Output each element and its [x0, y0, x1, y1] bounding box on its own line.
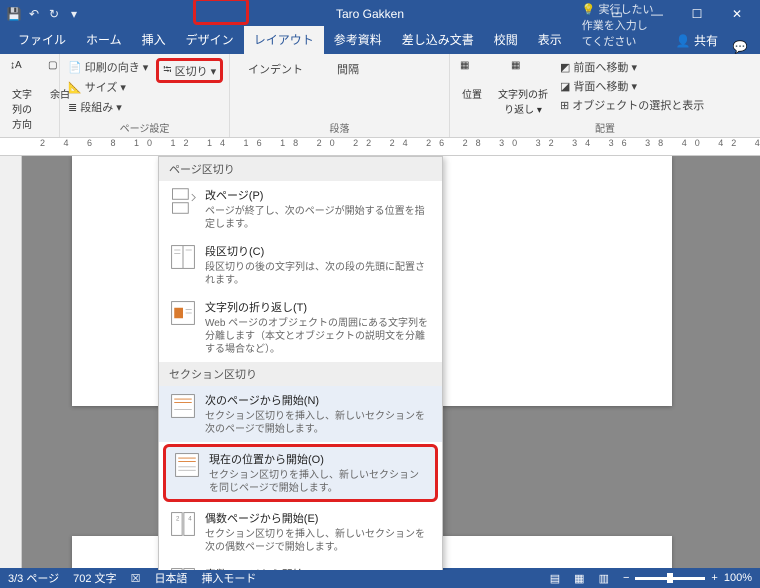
ribbon: ↨A文字列の 方向 ▢余白 📄 印刷の向き ▾ 📐 サイズ ▾ ≣ 段組み ▾ … [0, 54, 760, 138]
indent-label: インデント [246, 60, 305, 78]
tab-references[interactable]: 参考資料 [324, 26, 392, 54]
zoom-out-icon[interactable]: − [623, 572, 629, 584]
tell-me-box[interactable]: 💡 実行したい作業を入力してください [572, 0, 666, 54]
save-icon[interactable]: 💾 [6, 7, 22, 21]
text-wrap-break-icon [169, 299, 197, 327]
spacing-label: 間隔 [335, 60, 361, 78]
break-text-wrap[interactable]: 文字列の折り返し(T)Web ページのオブジェクトの周囲にある文字列を分離します… [159, 293, 442, 362]
break-column[interactable]: 段区切り(C)段区切りの後の文字列は、次の段の先頭に配置されます。 [159, 237, 442, 293]
group-label-page-setup: ページ設定 [66, 118, 223, 135]
wrap-text-button[interactable]: ▦文字列の折 り返し ▾ [494, 58, 552, 118]
dropdown-header-page-breaks: ページ区切り [159, 157, 442, 181]
section-break-odd-page[interactable]: 13 奇数ページから開始(D)セクション区切りを挿入し、新しいセクションを次の奇… [159, 560, 442, 570]
position-button[interactable]: ▦位置 [456, 58, 488, 118]
group-label-arrange: 配置 [456, 118, 754, 135]
orientation-button[interactable]: 📄 印刷の向き ▾ [66, 58, 150, 76]
page-break-icon [169, 187, 197, 215]
selection-pane-button[interactable]: ⊞ オブジェクトの選択と表示 [558, 96, 706, 114]
redo-icon[interactable]: ↻ [46, 7, 62, 21]
section-break-next-page[interactable]: 次のページから開始(N)セクション区切りを挿入し、新しいセクションを次のページで… [159, 386, 442, 442]
tab-insert[interactable]: 挿入 [132, 26, 176, 54]
section-next-page-icon [169, 392, 197, 420]
section-break-continuous[interactable]: 現在の位置から開始(O)セクション区切りを挿入し、新しいセクションを同じページで… [163, 444, 438, 502]
group-label-paragraph: 段落 [236, 118, 443, 135]
tab-design[interactable]: デザイン [176, 26, 244, 54]
view-web-layout-icon[interactable]: ▥ [599, 572, 609, 585]
status-bar: 3/3 ページ 702 文字 ☒ 日本語 挿入モード ▤ ▦ ▥ − + 100… [0, 568, 760, 588]
status-language[interactable]: 日本語 [154, 570, 187, 586]
columns-button[interactable]: ≣ 段組み ▾ [66, 98, 150, 116]
tell-me-placeholder: 実行したい作業を入力してください [582, 4, 654, 48]
dropdown-header-section-breaks: セクション区切り [159, 362, 442, 386]
maximize-button[interactable]: ☐ [680, 0, 714, 28]
close-button[interactable]: ✕ [720, 0, 754, 28]
share-button[interactable]: 👤 共有 [666, 27, 728, 54]
bring-forward-button[interactable]: ◩ 前面へ移動 ▾ [558, 58, 706, 76]
section-continuous-icon [173, 451, 201, 479]
status-insert-mode[interactable]: 挿入モード [201, 570, 256, 586]
section-even-page-icon: 24 [169, 510, 197, 538]
break-page[interactable]: 改ページ(P)ページが終了し、次のページが開始する位置を指定します。 [159, 181, 442, 237]
svg-text:4: 4 [188, 516, 192, 523]
view-read-mode-icon[interactable]: ▤ [550, 572, 560, 585]
tab-file[interactable]: ファイル [8, 26, 76, 54]
zoom-in-icon[interactable]: + [711, 572, 717, 584]
text-direction-button[interactable]: ↨A文字列の 方向 [6, 58, 38, 133]
tab-home[interactable]: ホーム [76, 26, 132, 54]
horizontal-ruler[interactable]: 2 4 6 8 10 12 14 16 18 20 22 24 26 28 30… [0, 138, 760, 156]
status-page[interactable]: 3/3 ページ [8, 570, 59, 586]
send-backward-button[interactable]: ◪ 背面へ移動 ▾ [558, 77, 706, 95]
svg-text:2: 2 [176, 516, 180, 523]
tab-mailings[interactable]: 差し込み文書 [392, 26, 484, 54]
view-print-layout-icon[interactable]: ▦ [574, 572, 584, 585]
status-word-count[interactable]: 702 文字 [73, 570, 116, 586]
undo-icon[interactable]: ↶ [26, 7, 42, 21]
qat-customize-icon[interactable]: ▾ [66, 7, 82, 21]
section-break-even-page[interactable]: 24 偶数ページから開始(E)セクション区切りを挿入し、新しいセクションを次の偶… [159, 504, 442, 560]
size-button[interactable]: 📐 サイズ ▾ [66, 78, 150, 96]
status-proofing-icon[interactable]: ☒ [131, 572, 141, 585]
window-title: Taro Gakken [140, 7, 600, 21]
zoom-percent[interactable]: 100% [724, 572, 752, 584]
zoom-control[interactable]: − + 100% [623, 572, 752, 584]
tab-review[interactable]: 校閲 [484, 26, 528, 54]
ribbon-tab-strip: ファイル ホーム 挿入 デザイン レイアウト 参考資料 差し込み文書 校閲 表示… [0, 28, 760, 54]
column-break-icon [169, 243, 197, 271]
section-odd-page-icon: 13 [169, 566, 197, 570]
comment-icon[interactable]: 💬 [728, 40, 752, 54]
tab-view[interactable]: 表示 [528, 26, 572, 54]
breaks-button[interactable]: ⭾ 区切り ▾ [156, 58, 223, 83]
zoom-slider[interactable] [635, 577, 705, 580]
breaks-dropdown: ページ区切り 改ページ(P)ページが終了し、次のページが開始する位置を指定します… [158, 156, 443, 570]
vertical-ruler[interactable] [0, 156, 22, 570]
tab-layout[interactable]: レイアウト [244, 26, 324, 54]
document-area[interactable]: ウォーキングの種類 ウォーキングには日常生活から取り入れられるものから本格的なも… [0, 156, 760, 570]
